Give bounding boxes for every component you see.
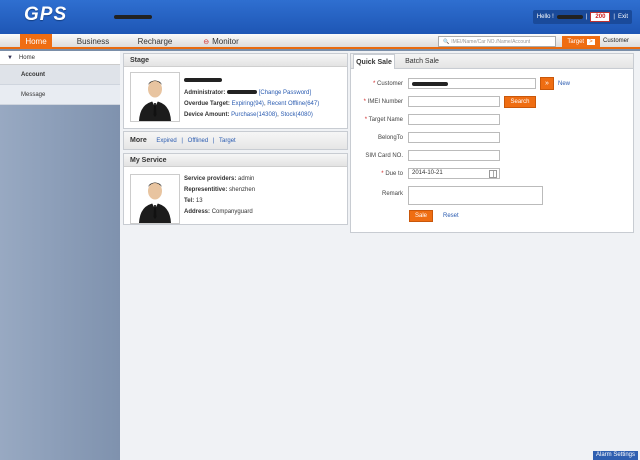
- tab-batch-sale[interactable]: Batch Sale: [401, 54, 443, 69]
- representative-line: Representitive: shenzhen: [184, 187, 255, 193]
- sale-panel: Quick Sale Batch Sale * Customer » New *…: [350, 53, 634, 233]
- sidebar-item-account[interactable]: Account: [0, 65, 120, 85]
- tel-label: Tel:: [184, 198, 195, 204]
- sidebar-item-message[interactable]: Message: [0, 85, 120, 105]
- due-to-label: * Due to: [381, 171, 403, 177]
- redacted-username: [114, 15, 152, 19]
- remark-textarea[interactable]: [408, 186, 543, 205]
- offlined-link[interactable]: Offlined: [188, 138, 209, 144]
- sale-button[interactable]: Sale: [409, 210, 433, 222]
- tel-value: 13: [195, 198, 203, 204]
- service-providers-line: Service providers: admin: [184, 176, 254, 182]
- customer-label: * Customer: [372, 81, 403, 87]
- customer-field[interactable]: [408, 78, 536, 89]
- belong-to-label: BelongTo: [377, 135, 403, 141]
- service-providers-value: admin: [238, 176, 255, 182]
- due-date-field[interactable]: 2014-10-21: [408, 168, 500, 179]
- search-placeholder: IMEI/Name/Car NO./Name/Account: [451, 38, 531, 45]
- tel-line: Tel: 13: [184, 198, 203, 204]
- service-avatar: [130, 174, 180, 224]
- search-icon: 🔍: [443, 38, 450, 45]
- nav-business[interactable]: Business: [70, 34, 116, 49]
- remark-label: Remark: [381, 191, 403, 197]
- representative-value: shenzhen: [229, 187, 256, 193]
- exit-link[interactable]: Exit: [618, 14, 628, 20]
- search-button[interactable]: Search: [504, 96, 536, 108]
- target-name-field[interactable]: [408, 114, 500, 125]
- nav-home[interactable]: Home: [20, 34, 52, 49]
- overdue-line: Overdue Target: Expiring(94), Recent Off…: [184, 101, 320, 107]
- imei-field[interactable]: [408, 96, 500, 107]
- service-panel: My Service Service providers: admin Repr…: [123, 153, 348, 225]
- device-amount-line: Device Amount: Purchase(14308), Stock(40…: [184, 112, 313, 118]
- address-line: Address: Companyguard: [184, 209, 253, 215]
- nav-recharge[interactable]: Recharge: [130, 34, 180, 49]
- triangle-down-icon: ▼: [7, 55, 13, 61]
- service-title: My Service: [124, 154, 347, 167]
- tab-quick-sale[interactable]: Quick Sale: [353, 54, 395, 69]
- redacted-customer: [412, 82, 448, 86]
- alarm-settings-link[interactable]: Alarm Settings: [592, 451, 638, 460]
- expiring-link[interactable]: Expiring(94): [232, 101, 264, 107]
- target-name-label: * Target Name: [364, 117, 403, 123]
- reset-button[interactable]: Reset: [443, 213, 459, 219]
- user-greeting: Hello ! | 200 | Exit: [532, 10, 632, 24]
- target-link[interactable]: Target: [219, 138, 236, 144]
- address-value: Companyguard: [211, 209, 253, 215]
- app-logo: GPS: [24, 4, 68, 25]
- sim-card-label: SIM Card NO.: [365, 153, 403, 159]
- message-count-badge[interactable]: 200: [590, 12, 611, 22]
- sim-card-field[interactable]: [408, 150, 500, 161]
- more-title: More: [130, 137, 147, 144]
- redacted-administrator: [227, 90, 258, 95]
- expired-link[interactable]: Expired: [156, 138, 176, 144]
- due-date-value: 2014-10-21: [412, 170, 443, 176]
- more-panel: More Expired | Offlined | Target: [123, 131, 348, 150]
- calendar-icon[interactable]: [489, 170, 497, 178]
- chevron-right-icon: >: [587, 38, 595, 45]
- imei-label: * IMEI Number: [363, 99, 403, 105]
- nav-monitor[interactable]: ⊖ Monitor: [195, 34, 247, 49]
- device-amount-label: Device Amount:: [184, 112, 230, 118]
- representative-label: Representitive:: [184, 187, 228, 193]
- target-button-label: Target: [567, 38, 585, 45]
- more-bar: More Expired | Offlined | Target: [124, 132, 347, 149]
- redacted-account-name: [184, 78, 222, 82]
- administrator-line: Administrator: [Change Password]: [184, 90, 311, 96]
- stage-panel: Stage Administrator: [Change Password] O…: [123, 53, 348, 129]
- chevron-down-icon: »: [545, 80, 549, 87]
- sidebar-home[interactable]: ▼ Home: [0, 51, 120, 65]
- customer-link[interactable]: Customer: [603, 36, 629, 47]
- new-customer-link[interactable]: New: [558, 81, 570, 87]
- overdue-label: Overdue Target:: [184, 101, 230, 107]
- customer-dropdown-button[interactable]: »: [540, 77, 554, 90]
- stock-link[interactable]: Stock(4080): [281, 112, 313, 118]
- change-password-link[interactable]: [Change Password]: [259, 90, 311, 96]
- search-input[interactable]: 🔍 IMEI/Name/Car NO./Name/Account: [438, 36, 556, 47]
- top-bar: GPS Hello ! | 200 | Exit: [0, 0, 640, 34]
- person-icon: [139, 80, 171, 121]
- avatar: [130, 72, 180, 122]
- purchase-link[interactable]: Purchase(14308): [231, 112, 277, 118]
- administrator-label: Administrator:: [184, 90, 226, 96]
- recent-offline-link[interactable]: Recent Offline(647): [267, 101, 319, 107]
- person-icon: [139, 182, 171, 223]
- monitor-icon: ⊖: [203, 39, 210, 46]
- sidebar-home-label: Home: [18, 55, 35, 61]
- redacted-user-name: [556, 15, 583, 19]
- address-label: Address:: [184, 209, 211, 215]
- belong-to-field[interactable]: [408, 132, 500, 143]
- sidebar: ▼ Home Account Message: [0, 51, 120, 460]
- nav-monitor-label: Monitor: [212, 37, 239, 46]
- service-providers-label: Service providers:: [184, 176, 237, 182]
- hello-text: Hello !: [536, 14, 554, 20]
- target-button[interactable]: Target >: [562, 36, 600, 47]
- stage-title: Stage: [124, 54, 347, 67]
